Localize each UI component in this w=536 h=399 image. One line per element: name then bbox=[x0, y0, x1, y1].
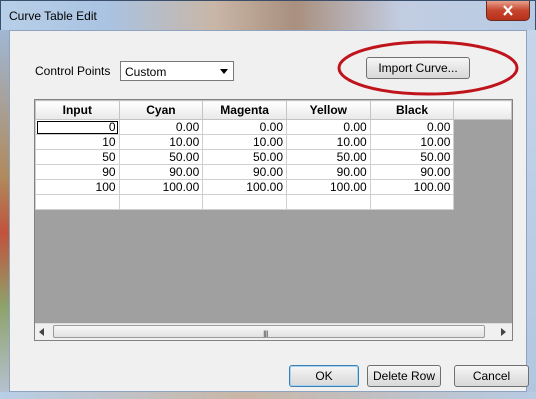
window-title: Curve Table Edit bbox=[9, 9, 97, 23]
table-cell-input[interactable]: 0 bbox=[35, 119, 120, 135]
scroll-right-arrow-icon[interactable] bbox=[501, 328, 506, 336]
table-cell-black[interactable]: 10.00 bbox=[369, 134, 455, 150]
scrollbar-grip: III bbox=[263, 329, 268, 339]
table-row: 90 90.00 90.00 90.00 90.00 bbox=[35, 164, 512, 180]
delete-row-button[interactable]: Delete Row bbox=[367, 365, 441, 387]
table-cell-yellow[interactable]: 50.00 bbox=[286, 149, 371, 165]
table-cell-black[interactable] bbox=[369, 194, 455, 210]
table-cell-yellow[interactable] bbox=[286, 194, 371, 210]
table-cell-cyan[interactable]: 0.00 bbox=[118, 119, 204, 135]
column-header-magenta[interactable]: Magenta bbox=[202, 100, 287, 120]
table-cell-filler bbox=[453, 164, 512, 180]
table-cell-magenta[interactable]: 10.00 bbox=[202, 134, 287, 150]
table-cell-yellow[interactable]: 100.00 bbox=[286, 179, 371, 195]
table-row-new bbox=[35, 194, 512, 210]
table-cell-cyan[interactable]: 50.00 bbox=[118, 149, 204, 165]
table-cell-cyan[interactable]: 100.00 bbox=[118, 179, 204, 195]
curve-grid[interactable]: Input Cyan Magenta Yellow Black 0 0.00 0… bbox=[34, 99, 513, 341]
dialog-body: Control Points Custom Import Curve... In… bbox=[9, 30, 529, 392]
table-cell-magenta[interactable]: 100.00 bbox=[202, 179, 287, 195]
table-row: 10 10.00 10.00 10.00 10.00 bbox=[35, 134, 512, 150]
table-cell-input[interactable]: 50 bbox=[35, 149, 120, 165]
table-cell-yellow[interactable]: 10.00 bbox=[286, 134, 371, 150]
ok-button[interactable]: OK bbox=[289, 365, 359, 387]
column-header-empty bbox=[453, 100, 512, 120]
table-cell-filler bbox=[453, 119, 512, 135]
table-cell-magenta[interactable]: 50.00 bbox=[202, 149, 287, 165]
column-header-input[interactable]: Input bbox=[35, 100, 120, 120]
background-strip bbox=[0, 30, 9, 399]
table-cell-filler bbox=[453, 179, 512, 195]
table-cell-black[interactable]: 100.00 bbox=[369, 179, 455, 195]
horizontal-scrollbar[interactable]: III bbox=[35, 323, 512, 340]
window-border-right bbox=[527, 30, 536, 399]
close-button[interactable] bbox=[486, 1, 530, 21]
table-row: 100 100.00 100.00 100.00 100.00 bbox=[35, 179, 512, 195]
title-bar[interactable]: Curve Table Edit bbox=[1, 1, 536, 31]
table-cell-magenta[interactable]: 0.00 bbox=[202, 119, 287, 135]
table-cell-black[interactable]: 90.00 bbox=[369, 164, 455, 180]
table-row: 50 50.00 50.00 50.00 50.00 bbox=[35, 149, 512, 165]
table-cell-yellow[interactable]: 0.00 bbox=[286, 119, 371, 135]
close-icon bbox=[503, 5, 513, 16]
table-cell-black[interactable]: 0.00 bbox=[369, 119, 455, 135]
table-cell-magenta[interactable]: 90.00 bbox=[202, 164, 287, 180]
table-cell-input[interactable]: 90 bbox=[35, 164, 120, 180]
window-border-bottom bbox=[0, 392, 536, 399]
table-row: 0 0.00 0.00 0.00 0.00 bbox=[35, 119, 512, 135]
column-header-black[interactable]: Black bbox=[369, 100, 455, 120]
table-cell-cyan[interactable] bbox=[118, 194, 204, 210]
table-cell-filler bbox=[453, 134, 512, 150]
table-cell-magenta[interactable] bbox=[202, 194, 287, 210]
table-cell-input[interactable]: 10 bbox=[35, 134, 120, 150]
table-cell-black[interactable]: 50.00 bbox=[369, 149, 455, 165]
scroll-left-arrow-icon[interactable] bbox=[39, 328, 44, 336]
column-header-cyan[interactable]: Cyan bbox=[118, 100, 204, 120]
table-cell-filler bbox=[453, 149, 512, 165]
control-points-dropdown[interactable]: Custom bbox=[120, 61, 234, 81]
table-header-row: Input Cyan Magenta Yellow Black bbox=[35, 100, 512, 120]
import-curve-button[interactable]: Import Curve... bbox=[366, 57, 470, 79]
column-header-yellow[interactable]: Yellow bbox=[286, 100, 371, 120]
cancel-button[interactable]: Cancel bbox=[454, 365, 529, 387]
curve-table: Input Cyan Magenta Yellow Black 0 0.00 0… bbox=[35, 100, 512, 210]
table-cell-filler bbox=[453, 194, 512, 210]
control-points-label: Control Points bbox=[35, 64, 111, 78]
table-cell-cyan[interactable]: 90.00 bbox=[118, 164, 204, 180]
table-cell-yellow[interactable]: 90.00 bbox=[286, 164, 371, 180]
table-cell-input[interactable] bbox=[35, 194, 120, 210]
table-cell-input[interactable]: 100 bbox=[35, 179, 120, 195]
control-points-value: Custom bbox=[125, 65, 167, 79]
table-cell-cyan[interactable]: 10.00 bbox=[118, 134, 204, 150]
dropdown-arrow-icon bbox=[220, 69, 228, 74]
scrollbar-thumb[interactable]: III bbox=[53, 325, 485, 339]
